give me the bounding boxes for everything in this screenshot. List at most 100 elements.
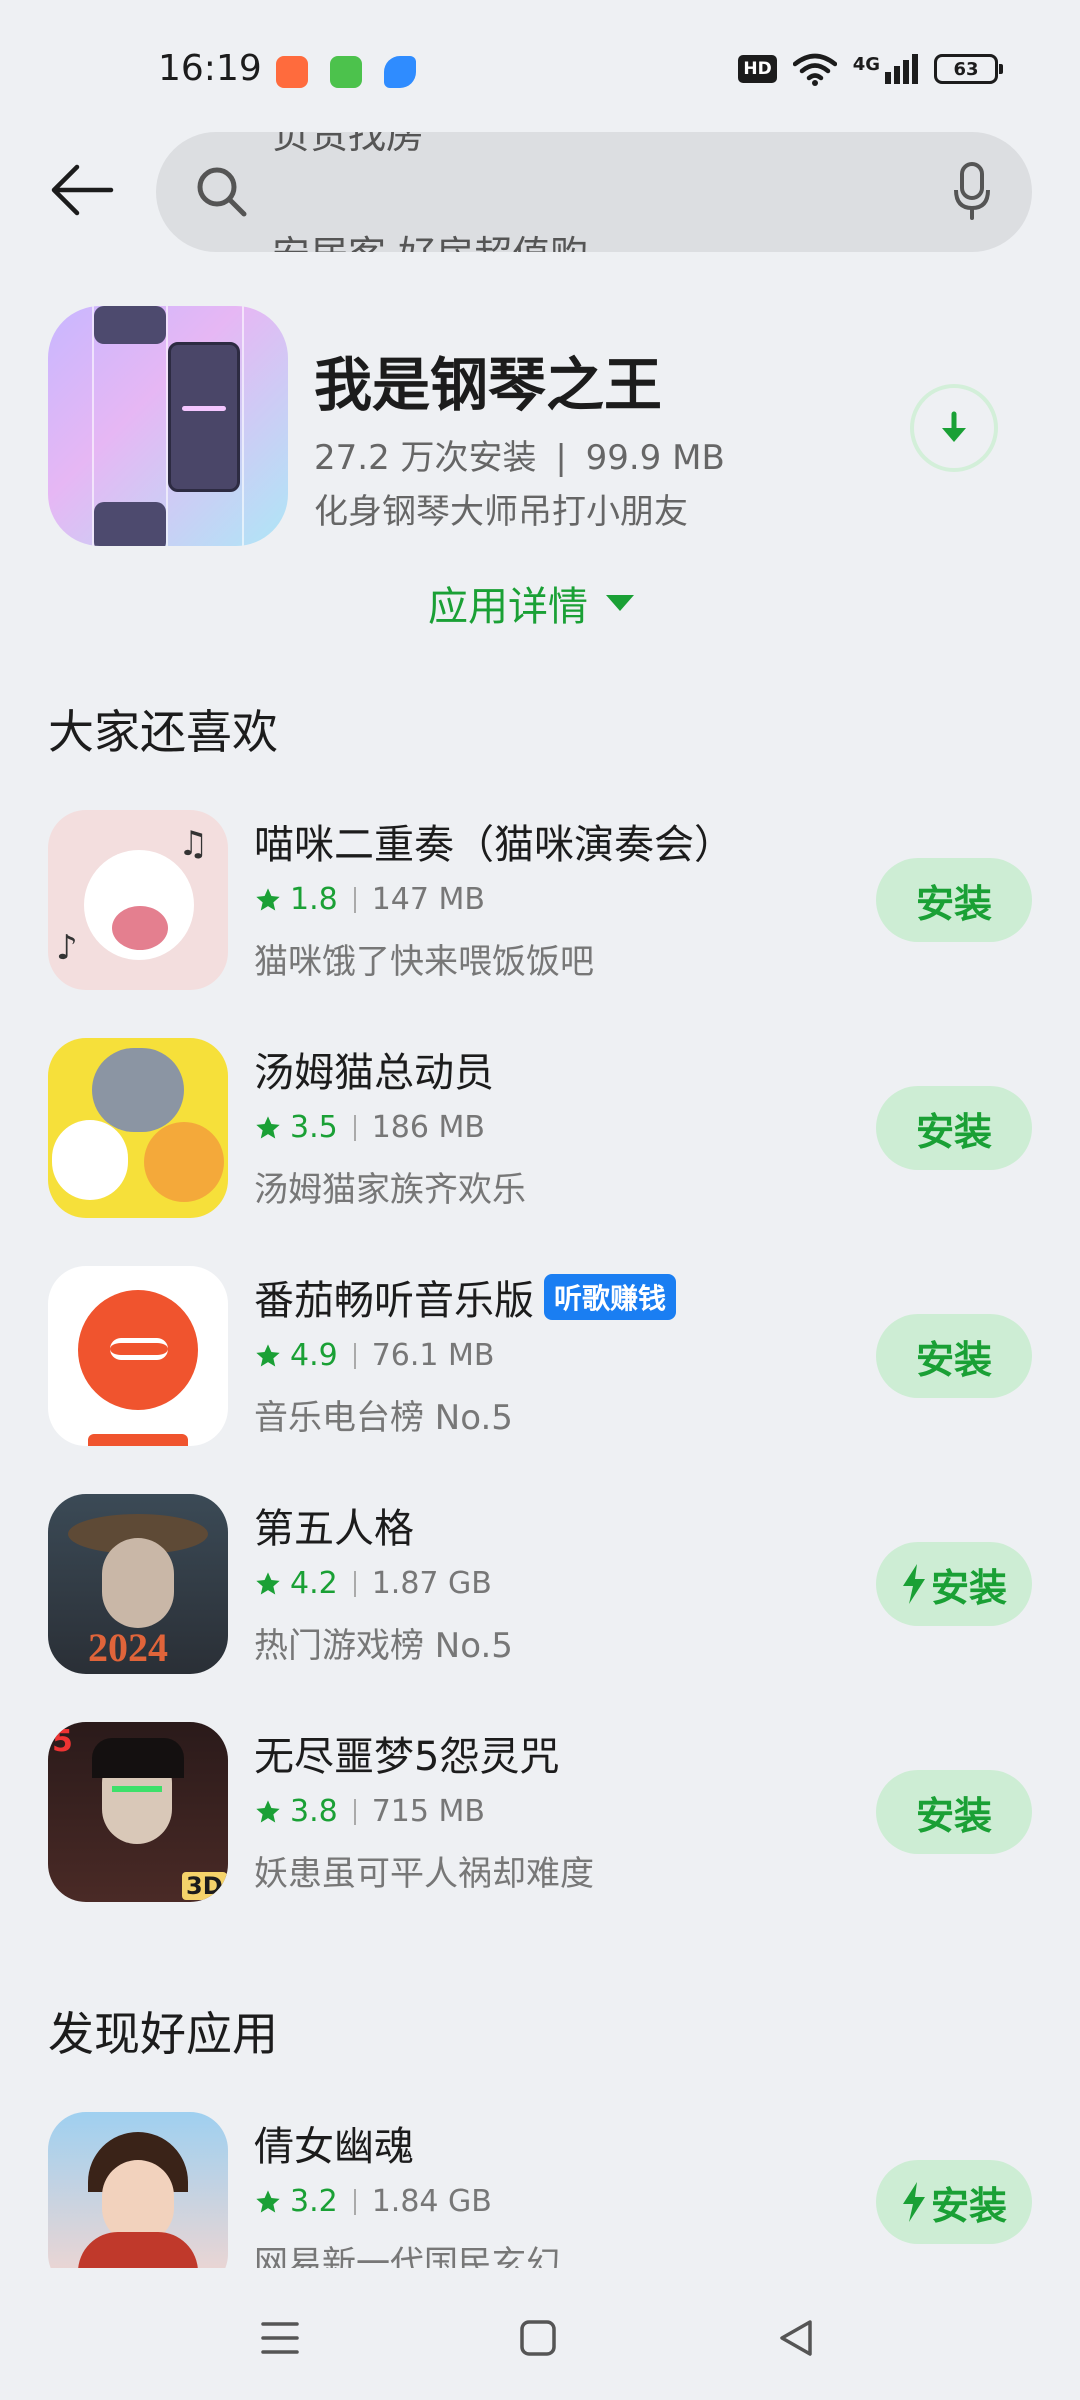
triangle-back-icon [780, 2320, 812, 2356]
list-item[interactable]: 倩女幽魂 3.2 1.84 GB 网易新一代国民玄幻 安装 [0, 2108, 1080, 2268]
app-size: 147 MB [371, 882, 485, 917]
app-meta: 1.8 147 MB [254, 882, 485, 917]
navigation-bar [0, 2268, 1080, 2400]
install-button[interactable]: 安装 [876, 1086, 1032, 1170]
app-description: 音乐电台榜 No.5 [254, 1398, 513, 1438]
app-name-text: 汤姆猫总动员 [254, 1050, 494, 1096]
fast-install-button[interactable]: 安装 [876, 2160, 1032, 2244]
wifi-icon [792, 53, 837, 86]
star-icon [256, 2189, 280, 2212]
app-meta: 27.2 万次安装 | 99.9 MB [314, 438, 725, 478]
star-icon [256, 1799, 280, 1822]
star-icon [256, 1343, 280, 1366]
fast-install-button[interactable]: 安装 [876, 1542, 1032, 1626]
notification-icon-store [330, 56, 362, 88]
star-icon [256, 1571, 280, 1594]
app-name-text: 第五人格 [254, 1506, 414, 1552]
triangle-down-icon [606, 595, 634, 611]
install-button[interactable]: 安装 [876, 1770, 1032, 1854]
microphone-icon[interactable] [952, 162, 992, 222]
back-nav-button[interactable] [766, 2308, 826, 2368]
app-name: 倩女幽魂 [254, 2114, 414, 2172]
app-icon-identity-v: 2024 [48, 1494, 228, 1674]
rating-value: 4.9 [290, 1338, 338, 1373]
app-meta: 3.8 715 MB [254, 1794, 485, 1829]
back-button[interactable] [44, 152, 120, 228]
app-name-text: 倩女幽魂 [254, 2124, 414, 2170]
app-meta: 3.2 1.84 GB [254, 2184, 492, 2219]
status-bar: 16:19 HD 4G 63 [0, 0, 1080, 130]
home-nav-button[interactable] [508, 2308, 568, 2368]
install-label: 安装 [915, 1109, 992, 1154]
download-button[interactable] [910, 384, 998, 472]
star-icon [256, 887, 280, 910]
app-name-text: 番茄畅听音乐版 [254, 1278, 534, 1324]
app-description: 汤姆猫家族齐欢乐 [254, 1170, 526, 1210]
rating-value: 3.2 [290, 2184, 338, 2219]
app-description: 化身钢琴大师吊打小朋友 [314, 492, 688, 532]
home-square-icon [520, 2320, 556, 2356]
app-size: 186 MB [371, 1110, 485, 1145]
list-item[interactable]: ♫ ♪ 喵咪二重奏（猫咪演奏会） 1.8 147 MB 猫咪饿了快来喂饭饭吧 安… [0, 806, 1080, 996]
list-item[interactable]: 5 3D 无尽噩梦5怨灵咒 3.8 715 MB 妖患虽可平人祸却难度 安装 [0, 1718, 1080, 1908]
content-area: 16:19 HD 4G 63 负责找房 我是钢琴之王 27.2 万次安装 | 9… [0, 0, 1080, 2268]
app-name-text: 喵咪二重奏（猫咪演奏会） [254, 822, 734, 868]
rating-value: 3.5 [290, 1110, 338, 1145]
search-suggestion-next: 安居客 好房超值购 [272, 224, 588, 252]
app-name: 番茄畅听音乐版 听歌赚钱 [254, 1268, 677, 1326]
rating-value: 1.8 [290, 882, 338, 917]
app-icon-tom-cat [48, 1038, 228, 1218]
install-label: 安装 [930, 2183, 1007, 2228]
battery-icon: 63 [934, 54, 1003, 84]
app-size: 1.84 GB [371, 2184, 492, 2219]
lightning-icon [902, 2182, 925, 2222]
status-time: 16:19 [158, 48, 262, 89]
lightning-icon [902, 1564, 925, 1604]
install-label: 安装 [930, 1565, 1007, 1610]
app-name: 第五人格 [254, 1496, 414, 1554]
app-details-toggle[interactable]: 应用详情 [428, 574, 634, 632]
install-label: 安装 [915, 1793, 992, 1838]
app-size: 1.87 GB [371, 1566, 492, 1601]
promo-badge: 听歌赚钱 [544, 1274, 677, 1320]
app-size: 99.9 MB [585, 438, 725, 478]
app-icon-piano [48, 306, 288, 546]
app-meta: 3.5 186 MB [254, 1110, 485, 1145]
search-bar[interactable]: 负责找房 安居客 好房超值购 [156, 132, 1032, 252]
divider [353, 886, 356, 913]
network-type: 4G [852, 54, 880, 75]
app-name: 无尽噩梦5怨灵咒 [254, 1724, 559, 1782]
app-name: 汤姆猫总动员 [254, 1040, 494, 1098]
status-indicators: HD 4G 63 [738, 52, 1003, 86]
app-icon-cat-duet: ♫ ♪ [48, 810, 228, 990]
app-description: 网易新一代国民玄幻 [254, 2244, 560, 2268]
app-meta: 4.9 76.1 MB [254, 1338, 495, 1373]
app-name-text: 无尽噩梦5怨灵咒 [254, 1734, 560, 1780]
list-item[interactable]: 2024 第五人格 4.2 1.87 GB 热门游戏榜 No.5 安装 [0, 1490, 1080, 1680]
list-item[interactable]: 汤姆猫总动员 3.5 186 MB 汤姆猫家族齐欢乐 安装 [0, 1034, 1080, 1224]
app-title: 我是钢琴之王 [314, 351, 663, 419]
install-button[interactable]: 安装 [876, 858, 1032, 942]
app-icon-qiannv [48, 2112, 228, 2268]
app-installs: 27.2 万次安装 [314, 438, 537, 478]
section-title-discover: 发现好应用 [48, 2007, 278, 2061]
details-label: 应用详情 [428, 584, 588, 630]
app-meta: 4.2 1.87 GB [254, 1566, 492, 1601]
arrow-left-icon [51, 164, 114, 216]
app-size: 76.1 MB [371, 1338, 495, 1373]
star-icon [256, 1115, 280, 1138]
app-icon-endless-nightmare: 5 3D [48, 1722, 228, 1902]
app-size: 715 MB [371, 1794, 485, 1829]
app-icon-tomato-music [48, 1266, 228, 1446]
section-title-also-like: 大家还喜欢 [48, 705, 278, 759]
menu-nav-button[interactable] [250, 2308, 310, 2368]
list-item[interactable]: 番茄畅听音乐版 听歌赚钱 4.9 76.1 MB 音乐电台榜 No.5 安装 [0, 1262, 1080, 1452]
divider [353, 1798, 356, 1825]
search-suggestion-prev: 负责找房 [272, 132, 425, 157]
install-label: 安装 [915, 1337, 992, 1382]
arrow-down-icon [942, 411, 966, 442]
install-button[interactable]: 安装 [876, 1314, 1032, 1398]
divider [353, 1114, 356, 1141]
rating-value: 3.8 [290, 1794, 338, 1829]
app-description: 热门游戏榜 No.5 [254, 1626, 513, 1666]
